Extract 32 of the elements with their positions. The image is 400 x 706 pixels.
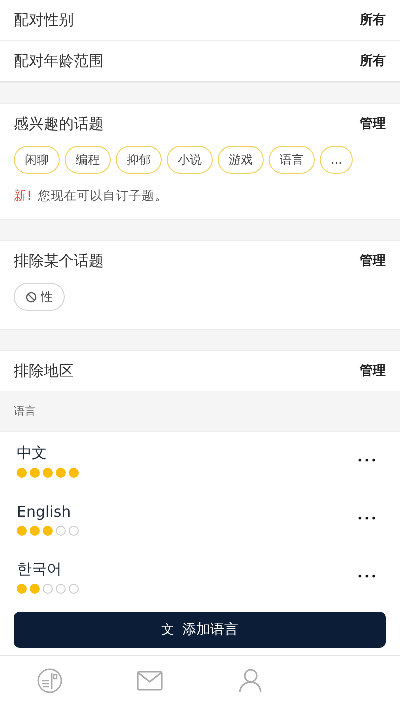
topic-chip[interactable]: 编程 <box>65 146 111 174</box>
topic-chip[interactable]: 抑郁 <box>116 146 162 174</box>
manage-link[interactable]: 管理 <box>360 115 386 133</box>
section-title: 排除某个话题 <box>14 252 104 270</box>
badge-icon[interactable] <box>37 668 63 694</box>
setting-label: 配对性别 <box>14 10 74 30</box>
profile-icon[interactable] <box>238 668 262 694</box>
manage-link[interactable]: 管理 <box>360 252 386 270</box>
section-title: 排除地区 <box>14 362 74 380</box>
notice-text: 您现在可以自订子题。 <box>38 188 168 205</box>
topic-chip[interactable]: ... <box>320 146 354 174</box>
manage-link[interactable]: 管理 <box>360 362 386 380</box>
more-button[interactable]: ••• <box>357 514 378 524</box>
setting-label: 配对年龄范围 <box>14 52 104 70</box>
add-language-button[interactable]: 文 添加语言 <box>14 612 386 648</box>
excluded-topic-chip[interactable]: 性 <box>14 283 65 311</box>
topic-chip[interactable]: 闲聊 <box>14 146 60 174</box>
blocked-icon <box>26 292 37 302</box>
new-tag: 新! <box>14 188 32 205</box>
setting-value[interactable]: 所有 <box>360 11 386 29</box>
mail-icon[interactable] <box>137 670 163 692</box>
setting-value[interactable]: 所有 <box>360 52 386 70</box>
language-name: 中文 <box>17 444 48 463</box>
language-name: 한국어 <box>17 560 63 579</box>
topic-chip[interactable]: 语言 <box>269 146 315 174</box>
language-name: English <box>17 502 72 520</box>
topic-chip[interactable]: 小说 <box>167 146 213 174</box>
section-title: 感兴趣的话题 <box>14 114 104 134</box>
topic-chip[interactable]: 游戏 <box>218 146 264 174</box>
section-header: 语言 <box>14 404 36 418</box>
more-button[interactable]: ••• <box>357 572 378 582</box>
more-button[interactable]: ••• <box>357 456 378 466</box>
